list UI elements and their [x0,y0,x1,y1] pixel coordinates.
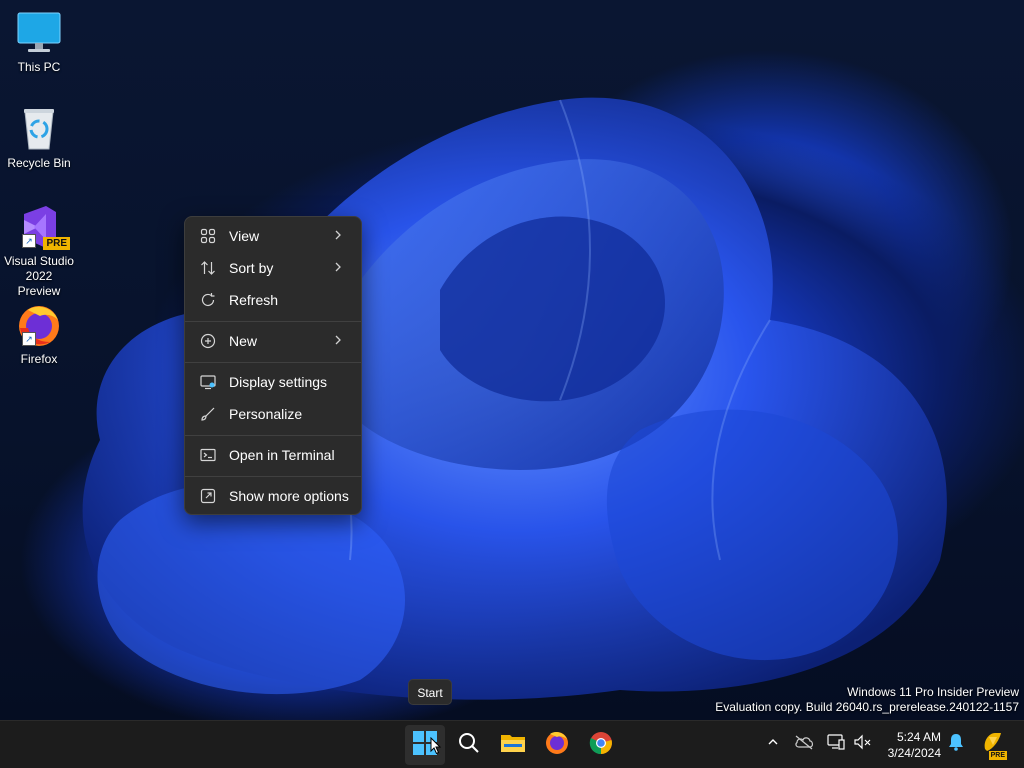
chevron-right-icon [331,333,345,347]
mouse-cursor-icon [430,736,442,760]
plus-circle-icon [199,332,217,350]
notifications-button[interactable] [945,733,967,755]
watermark-line-1: Windows 11 Pro Insider Preview [847,685,1019,699]
bell-icon [948,733,964,756]
menu-separator [185,321,361,322]
desktop-context-menu: View Sort by Refresh New Display setting… [184,216,362,515]
firefox-taskbar-button[interactable] [537,725,577,765]
onedrive-icon [794,734,814,755]
monitor-icon [16,10,62,56]
menu-separator [185,476,361,477]
shortcut-arrow-icon: ↗ [22,332,36,346]
desktop-icon-label: Visual Studio 2022 Preview [4,254,74,298]
chevron-right-icon [331,260,345,274]
start-button[interactable] [405,725,445,765]
visual-studio-icon: PRE ↗ [16,204,70,250]
desktop[interactable]: This PC Recycle Bin PRE ↗ Visual Studio … [0,0,1024,720]
taskbar: 5:24 AM 3/24/2024 PRE [0,720,1024,768]
firefox-icon: ↗ [16,302,62,348]
file-explorer-button[interactable] [493,725,533,765]
menu-separator [185,435,361,436]
recycle-bin-icon [16,106,62,152]
pre-badge: PRE [43,237,70,250]
evaluation-watermark: Windows 11 Pro Insider Preview Evaluatio… [715,685,1019,715]
search-button[interactable] [449,725,489,765]
desktop-icon-label: Firefox [20,352,58,366]
show-hidden-icons-button[interactable] [762,733,784,755]
menu-item-label: View [229,228,260,244]
shortcut-arrow-icon: ↗ [22,234,36,248]
menu-separator [185,362,361,363]
network-icon [826,733,846,756]
start-tooltip: Start [408,679,452,705]
menu-item-label: New [229,333,258,349]
clock[interactable]: 5:24 AM 3/24/2024 [888,729,941,761]
menu-item-label: Sort by [229,260,274,276]
grid-icon [199,227,217,245]
display-icon [199,373,217,391]
volume-button[interactable] [852,733,874,755]
expand-icon [199,487,217,505]
volume-muted-icon [853,733,873,756]
menu-item-label: Show more options [229,488,349,504]
desktop-icon-visual-studio[interactable]: PRE ↗ Visual Studio 2022 Preview [4,204,74,299]
menu-item-new[interactable]: New [189,326,357,356]
search-icon [457,731,481,760]
chrome-taskbar-button[interactable] [581,725,621,765]
menu-item-label: Personalize [229,406,303,422]
clock-time: 5:24 AM [896,730,941,744]
menu-item-personalize[interactable]: Personalize [189,399,357,429]
refresh-icon [199,291,217,309]
firefox-icon [544,730,570,761]
chevron-right-icon [331,228,345,242]
chrome-icon [588,730,614,761]
menu-item-display-settings[interactable]: Display settings [189,367,357,397]
desktop-icon-label: This PC [17,60,61,74]
desktop-icon-firefox[interactable]: ↗ Firefox [4,302,74,367]
copilot-button[interactable]: PRE [980,731,1007,760]
menu-item-sort-by[interactable]: Sort by [189,253,357,283]
menu-item-view[interactable]: View [189,221,357,251]
desktop-icon-this-pc[interactable]: This PC [4,10,74,75]
network-button[interactable] [825,733,847,755]
watermark-line-2: Evaluation copy. Build 26040.rs_prerelea… [715,700,1019,714]
menu-item-label: Refresh [229,292,279,308]
file-explorer-icon [500,731,526,760]
wallpaper-bloom [82,97,947,700]
brush-icon [199,405,217,423]
desktop-icon-recycle-bin[interactable]: Recycle Bin [4,106,74,171]
menu-item-open-in-terminal[interactable]: Open in Terminal [189,440,357,470]
clock-date: 3/24/2024 [887,746,941,760]
copilot-pre-badge: PRE [988,750,1007,760]
chevron-up-icon [766,735,780,754]
menu-item-refresh[interactable]: Refresh [189,285,357,315]
menu-item-label: Display settings [229,374,328,390]
sort-icon [199,259,217,277]
menu-item-label: Open in Terminal [229,447,335,463]
copilot-icon: PRE [981,731,1007,760]
terminal-icon [199,446,217,464]
onedrive-button[interactable] [793,733,815,755]
desktop-icon-label: Recycle Bin [7,156,71,170]
menu-item-show-more-options[interactable]: Show more options [189,481,357,511]
